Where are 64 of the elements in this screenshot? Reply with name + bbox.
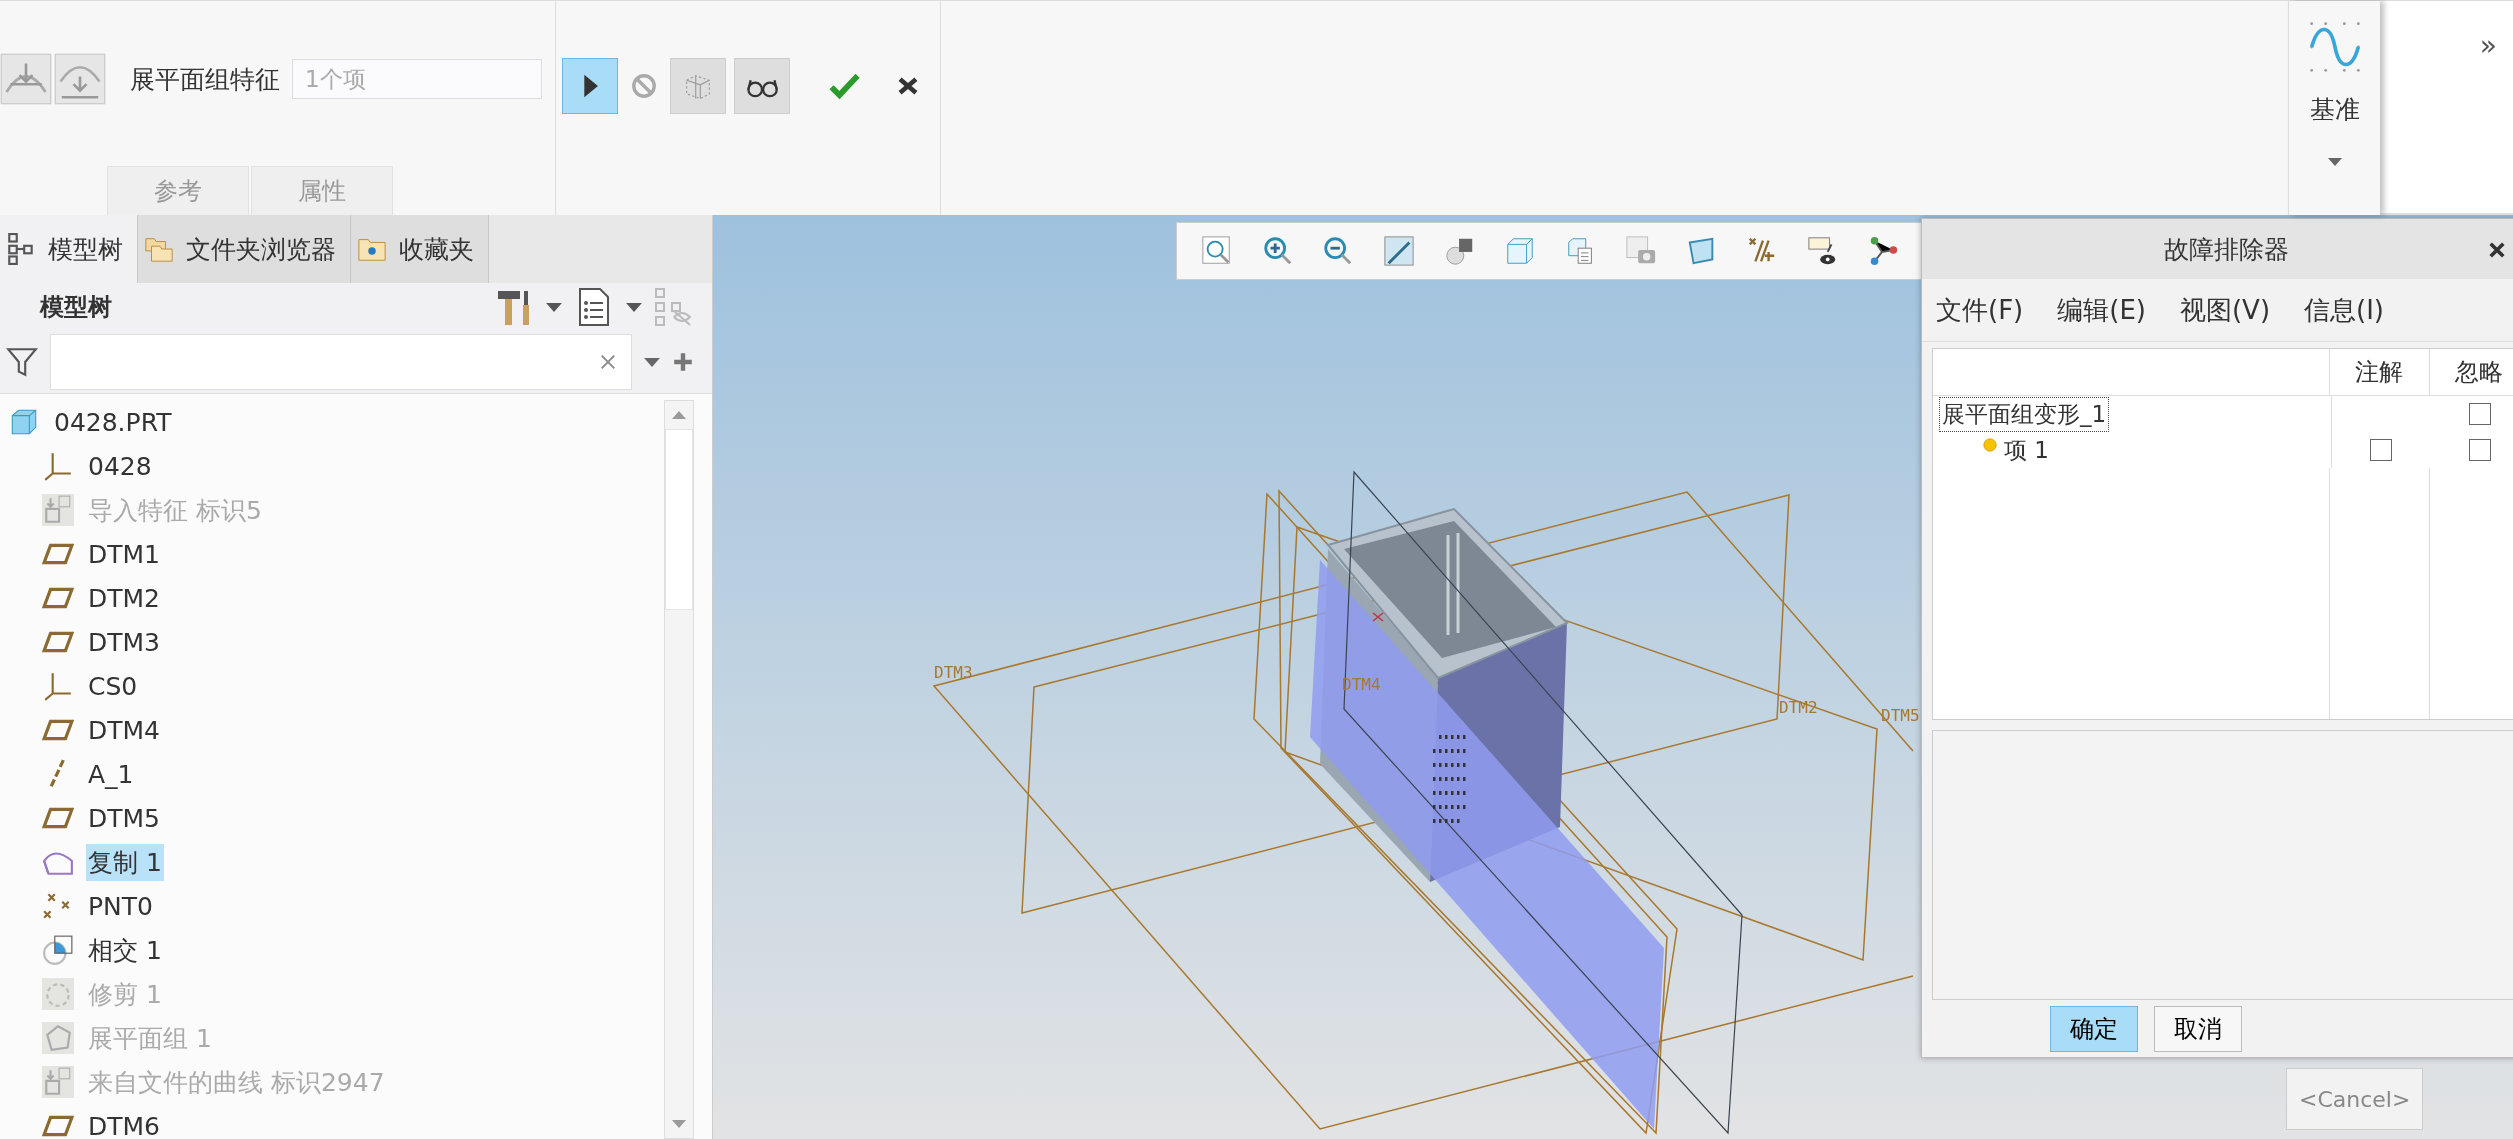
coordinate-axes-icon (42, 450, 74, 482)
tree-item[interactable]: 展平面组变形_1 (1939, 396, 2110, 432)
verify-button[interactable] (734, 58, 790, 114)
column-header: 注解 (2330, 349, 2430, 395)
tree-item[interactable]: 相交 1 (86, 931, 164, 969)
tree-item[interactable]: CS0 (86, 669, 140, 703)
dropdown-caret-icon[interactable] (546, 302, 562, 312)
scroll-up-icon[interactable] (672, 411, 686, 419)
intersect-icon (42, 934, 74, 966)
scrollbar-thumb[interactable] (665, 429, 693, 610)
filter-icon[interactable] (6, 346, 38, 378)
trim-icon (42, 978, 74, 1010)
checkbox[interactable] (2370, 439, 2393, 461)
scroll-down-icon[interactable] (672, 1120, 686, 1128)
dropdown-caret-icon[interactable] (644, 357, 660, 367)
status-dot-icon (1983, 438, 1997, 452)
feature-field[interactable]: 1个项 (292, 59, 542, 99)
dialog-button[interactable]: 确定 (2050, 1005, 2138, 1052)
repaint-icon[interactable] (1382, 235, 1415, 267)
dropdown-caret-icon[interactable] (2327, 158, 2342, 166)
import-icon (42, 494, 74, 526)
close-icon[interactable] (2488, 241, 2506, 259)
tree-item[interactable]: 复制 1 (86, 843, 164, 881)
dialog-title: 故障排除器 (2163, 233, 2289, 266)
datum-label: DTM3 (934, 663, 973, 682)
zoom-in-icon[interactable] (1261, 235, 1294, 267)
tree-item[interactable]: 0428.PRT (52, 405, 174, 439)
datum-label: DTM2 (1779, 698, 1818, 717)
overflow-button[interactable]: » (2479, 29, 2497, 63)
datum-label: DTM4 (1342, 675, 1381, 694)
tree-item[interactable]: DTM1 (86, 537, 162, 571)
datum-label[interactable]: 基准 (2309, 93, 2360, 126)
dropdown-caret-icon[interactable] (626, 302, 642, 312)
checkbox[interactable] (2468, 439, 2491, 461)
menu-item[interactable]: 信息(I) (2304, 292, 2384, 328)
tree-item[interactable]: DTM4 (86, 713, 162, 747)
search-field[interactable] (50, 334, 632, 390)
flatten-icon (42, 1022, 74, 1054)
add-icon[interactable] (672, 351, 694, 373)
tree-item[interactable]: DTM6 (86, 1109, 162, 1139)
tree-item[interactable]: 0428 (86, 449, 154, 483)
tree-item[interactable]: DTM3 (86, 625, 162, 659)
tree-item[interactable]: A_1 (86, 757, 136, 791)
panel-tab[interactable]: 模型树 (0, 215, 138, 283)
tree-item[interactable]: 项 1 (2001, 432, 2052, 468)
tree-item[interactable]: DTM2 (86, 581, 162, 615)
menu-item[interactable]: 文件(F) (1936, 292, 2024, 328)
menu-item[interactable]: 编辑(E) (2057, 292, 2146, 328)
datum-label: DTM5 (1881, 706, 1920, 725)
column-header: 忽略 (2429, 349, 2513, 395)
panel-tab[interactable]: 收藏夹 (351, 215, 489, 283)
import-icon (42, 1066, 74, 1098)
panel-title: 模型树 (40, 292, 113, 323)
coordinate-axes-icon (42, 670, 74, 702)
play-button[interactable] (562, 58, 618, 114)
tree-structure-icon (6, 233, 36, 265)
tree-item[interactable]: DTM5 (86, 801, 162, 835)
menu-item[interactable]: 视图(V) (2179, 292, 2271, 328)
dialog-button[interactable]: 取消 (2154, 1005, 2242, 1052)
checkbox[interactable] (2468, 403, 2491, 425)
clear-icon[interactable] (599, 353, 617, 371)
feature-label: 展平面组特征 (130, 63, 280, 96)
tree-item[interactable]: PNT0 (86, 889, 155, 923)
panel-tab[interactable]: 文件夹浏览器 (138, 215, 351, 283)
